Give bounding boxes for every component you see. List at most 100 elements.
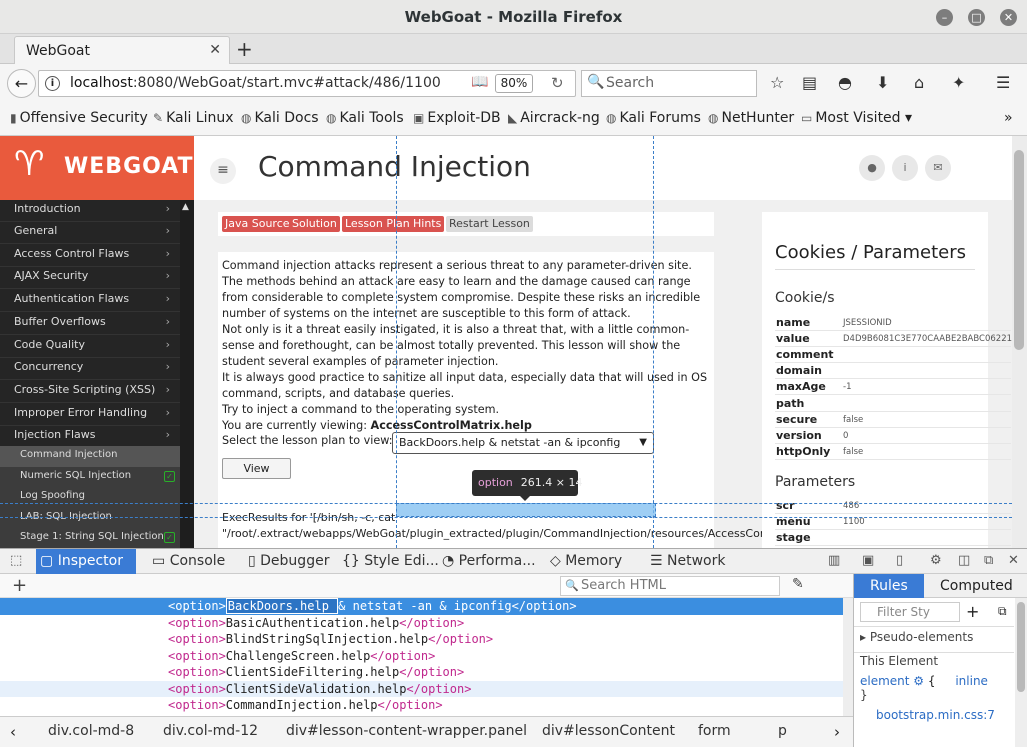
bookmark-star-icon[interactable]: ☆: [770, 73, 784, 92]
element-rule[interactable]: element ⚙ { inline: [860, 674, 988, 688]
markup-line-selected[interactable]: <option> BackDoors.help & netstat -an & i…: [0, 598, 843, 615]
tab-inspector[interactable]: ▢ Inspector: [36, 549, 136, 574]
bookmark-item[interactable]: ◣ Aircrack-ng: [508, 110, 600, 126]
menu-lesson[interactable]: Log Spoofing: [0, 487, 180, 509]
menu-category[interactable]: AJAX Security ›: [0, 267, 180, 289]
page-scrollbar[interactable]: [1012, 136, 1027, 548]
tab-console[interactable]: ▭ Console: [148, 549, 225, 574]
breadcrumb-item[interactable]: form: [698, 723, 731, 739]
new-tab-button[interactable]: +: [236, 37, 253, 61]
menu-category[interactable]: Concurrency ›: [0, 358, 180, 380]
menu-category[interactable]: Buffer Overflows ›: [0, 313, 180, 335]
settings-gear-icon[interactable]: ⚙: [930, 553, 942, 568]
menu-category[interactable]: Improper Error Handling ›: [0, 404, 180, 426]
bookmark-item[interactable]: ▮ Offensive Security: [10, 110, 148, 126]
filter-styles-input[interactable]: Filter Sty: [860, 602, 960, 622]
bookmark-item[interactable]: ◍ Kali Tools: [326, 110, 404, 126]
stylesheet-link[interactable]: bootstrap.min.css:7: [876, 708, 995, 722]
site-info-icon[interactable]: i: [45, 76, 60, 91]
add-node-icon[interactable]: +: [12, 575, 27, 596]
menu-category[interactable]: Injection Flaws ›: [0, 426, 180, 448]
rules-scrollbar[interactable]: [1015, 598, 1027, 747]
menu-category[interactable]: Introduction ›: [0, 200, 180, 222]
tab-network[interactable]: ☰ Network: [646, 549, 725, 574]
pseudo-elements-toggle[interactable]: ▸ Pseudo-elements: [860, 630, 973, 644]
markup-line[interactable]: <option>ClientSideValidation.help</optio…: [0, 680, 843, 697]
close-devtools-icon[interactable]: ✕: [1008, 553, 1019, 568]
extension-icon[interactable]: ✦: [952, 73, 965, 92]
breadcrumb-item[interactable]: div.col-md-12: [163, 723, 258, 739]
webgoat-logo-header[interactable]: ♈ WEBGOAT: [0, 136, 194, 200]
maximize-button[interactable]: □: [968, 9, 985, 26]
menu-lesson[interactable]: LAB: SQL Injection: [0, 508, 180, 530]
layout-icon[interactable]: ▥: [828, 553, 840, 568]
url-bar[interactable]: i localhost:8080/WebGoat/start.mvc#attac…: [38, 70, 576, 97]
back-button[interactable]: ←: [7, 69, 36, 98]
search-html-input[interactable]: 🔍 Search HTML: [560, 576, 780, 596]
breadcrumb-item[interactable]: div#lesson-content-wrapper.panel: [286, 723, 527, 739]
breadcrumb-right-arrow-icon[interactable]: ›: [834, 723, 840, 741]
hints-button[interactable]: Hints: [410, 216, 445, 232]
menu-icon[interactable]: ☰: [996, 73, 1010, 92]
breadcrumb-item[interactable]: div#lessonContent: [542, 723, 675, 739]
responsive-icon[interactable]: ▯: [896, 553, 903, 568]
menu-toggle-button[interactable]: ≡: [210, 158, 236, 184]
bookmark-item[interactable]: ◍ Kali Forums: [606, 110, 701, 126]
breadcrumb-left-arrow-icon[interactable]: ‹: [10, 723, 16, 741]
tab-style-editor[interactable]: {} Style Edi...: [338, 549, 439, 574]
menu-category[interactable]: Code Quality ›: [0, 336, 180, 358]
sidebar-scrollbar[interactable]: ▲: [180, 200, 194, 548]
bookmark-item[interactable]: ▣ Exploit-DB: [413, 110, 501, 126]
markup-scrollbar[interactable]: [843, 598, 853, 716]
lesson-plan-select[interactable]: BackDoors.help & netstat -an & ipconfig ▼: [392, 432, 654, 454]
home-icon[interactable]: ⌂: [914, 73, 924, 92]
split-console-icon[interactable]: ▣: [862, 553, 874, 568]
menu-lesson-command-injection[interactable]: Command Injection: [0, 446, 180, 468]
menu-lesson[interactable]: Stage 1: String SQL Injection ✓: [0, 528, 180, 548]
bookmarks-overflow-icon[interactable]: »: [1004, 110, 1013, 126]
undock-icon[interactable]: ⧉: [984, 553, 993, 568]
markup-line[interactable]: <option>BasicAuthentication.help</option…: [0, 615, 843, 632]
bookmark-folder-most-visited[interactable]: ▭ Most Visited ▾: [801, 110, 912, 126]
tab-performance[interactable]: ◔ Performa...: [438, 549, 536, 574]
menu-category[interactable]: General ›: [0, 222, 180, 244]
tab-rules[interactable]: Rules: [854, 574, 924, 598]
dock-side-icon[interactable]: ◫: [958, 553, 970, 568]
menu-lesson[interactable]: Numeric SQL Injection ✓: [0, 467, 180, 489]
add-rule-icon[interactable]: +: [966, 602, 979, 621]
menu-category[interactable]: Authentication Flaws ›: [0, 290, 180, 312]
menu-category[interactable]: Cross-Site Scripting (XSS) ›: [0, 381, 180, 403]
eyedropper-icon[interactable]: ✎: [792, 576, 804, 592]
tab-webgoat[interactable]: WebGoat ✕: [14, 36, 230, 64]
java-source-button[interactable]: Java Source: [222, 216, 293, 232]
tab-memory[interactable]: ◇ Memory: [546, 549, 622, 574]
bookmark-item[interactable]: ◍ NetHunter: [708, 110, 794, 126]
markup-line[interactable]: <option>ChallengeScreen.help</option>: [0, 648, 843, 665]
close-window-button[interactable]: ✕: [1000, 9, 1017, 26]
scrollbar-thumb[interactable]: [1014, 150, 1024, 350]
tab-close-icon[interactable]: ✕: [209, 42, 221, 58]
element-picker-icon[interactable]: ⬚: [10, 553, 22, 568]
lesson-plan-button[interactable]: Lesson Plan: [342, 216, 413, 232]
search-box[interactable]: 🔍 Search: [581, 70, 757, 97]
menu-category[interactable]: Access Control Flaws ›: [0, 245, 180, 267]
restart-lesson-button[interactable]: Restart Lesson: [446, 216, 533, 232]
reader-view-icon[interactable]: 📖: [471, 74, 488, 90]
markup-line[interactable]: <option>CommandInjection.help</option>: [0, 697, 843, 714]
downloads-icon[interactable]: ⬇: [876, 73, 889, 92]
zoom-level-badge[interactable]: 80%: [495, 74, 533, 93]
info-button[interactable]: i: [892, 155, 918, 181]
pocket-icon[interactable]: ◓: [838, 73, 852, 92]
tab-computed[interactable]: Computed: [924, 574, 1027, 598]
breadcrumb-item[interactable]: div.col-md-8: [48, 723, 134, 739]
markup-line[interactable]: <option>BlindStringSqlInjection.help</op…: [0, 631, 843, 648]
reload-icon[interactable]: ↻: [551, 74, 564, 92]
user-button[interactable]: ●: [859, 155, 885, 181]
bookmark-item[interactable]: ◍ Kali Docs: [241, 110, 319, 126]
bookmark-item[interactable]: ✎ Kali Linux: [153, 110, 234, 126]
solution-button[interactable]: Solution: [289, 216, 340, 232]
toggle-classes-icon[interactable]: ⧉: [998, 604, 1007, 619]
breadcrumb-item[interactable]: p: [778, 723, 787, 739]
url-text[interactable]: localhost:8080/WebGoat/start.mvc#attack/…: [70, 75, 441, 91]
minimize-button[interactable]: –: [936, 9, 953, 26]
